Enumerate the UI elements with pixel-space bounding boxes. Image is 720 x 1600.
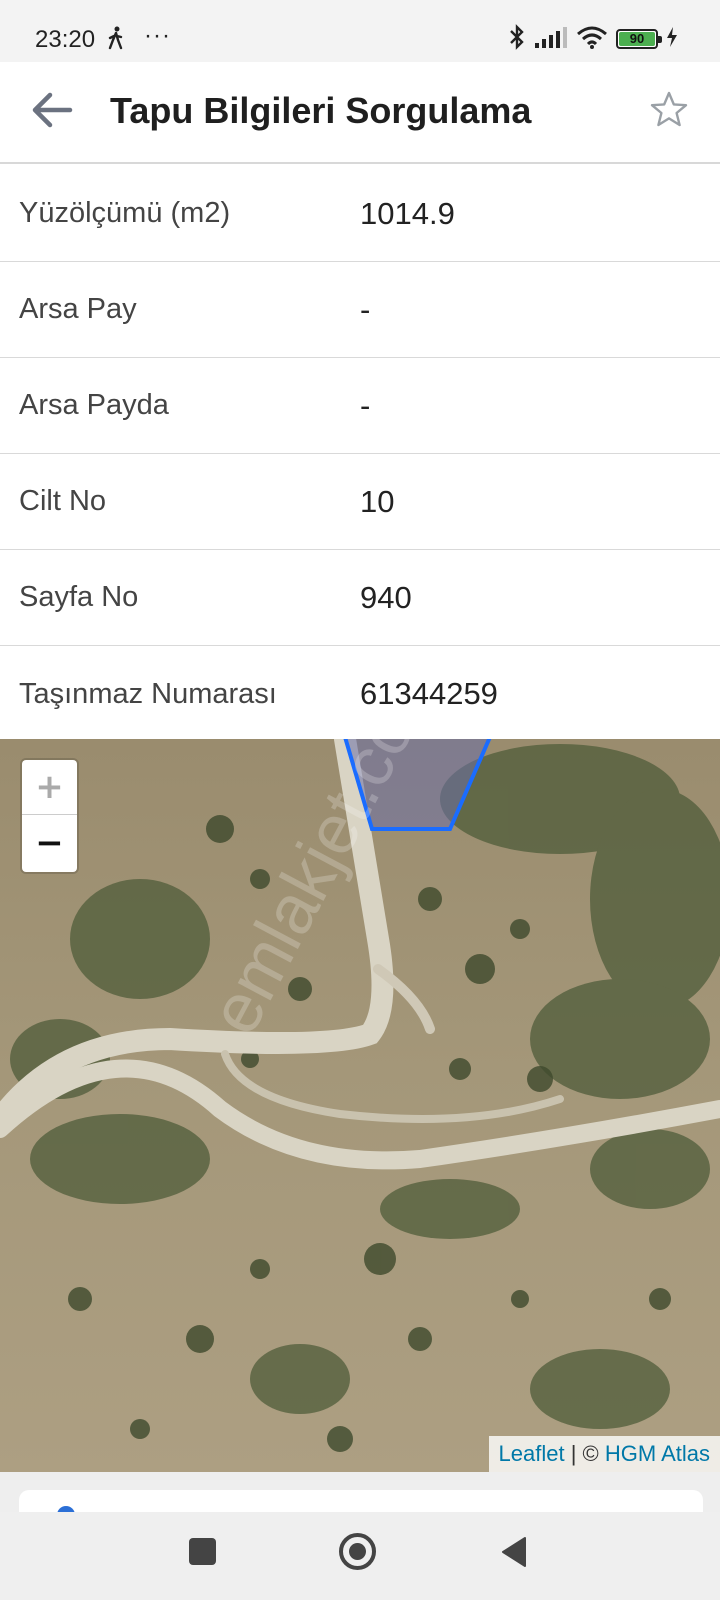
page-title: Tapu Bilgileri Sorgulama bbox=[110, 90, 532, 131]
zoom-out-button[interactable]: − bbox=[22, 815, 77, 870]
charging-icon bbox=[666, 26, 678, 53]
attribution-separator: | © bbox=[564, 1441, 605, 1466]
info-label: Cilt No bbox=[19, 485, 107, 517]
info-value: - bbox=[360, 387, 371, 423]
app-bar: Tapu Bilgileri Sorgulama bbox=[0, 62, 720, 164]
walking-icon bbox=[106, 26, 126, 55]
map-attribution: Leaflet | © HGM Atlas bbox=[488, 1436, 720, 1472]
status-icons: 90 bbox=[508, 23, 678, 56]
info-label: Taşınmaz Numarası bbox=[19, 677, 277, 710]
info-row-volume-no: Cilt No 10 bbox=[0, 454, 720, 550]
recents-button[interactable] bbox=[189, 1538, 216, 1565]
bluetooth-icon bbox=[508, 23, 526, 56]
leaflet-link[interactable]: Leaflet bbox=[499, 1441, 565, 1466]
arrow-left-icon bbox=[30, 92, 74, 133]
info-row-area: Yüzölçümü (m2) 1014.9 bbox=[0, 166, 720, 262]
deed-info-table: Yüzölçümü (m2) 1014.9 Arsa Pay - Arsa Pa… bbox=[0, 166, 720, 742]
info-row-page-no: Sayfa No 940 bbox=[0, 550, 720, 646]
info-label: Yüzölçümü (m2) bbox=[19, 197, 231, 229]
map-imagery: emlakjet.com bbox=[0, 739, 720, 1452]
info-label: Arsa Pay bbox=[19, 293, 137, 325]
signal-icon bbox=[534, 25, 568, 54]
info-value: 61344259 bbox=[360, 676, 498, 711]
info-row-land-share-denominator: Arsa Payda - bbox=[0, 358, 720, 454]
wifi-icon bbox=[576, 25, 608, 54]
info-value: 10 bbox=[360, 483, 395, 519]
system-back-button[interactable] bbox=[500, 1536, 528, 1573]
info-label: Arsa Payda bbox=[19, 389, 169, 421]
battery-icon: 90 bbox=[616, 29, 662, 49]
info-value: 1014.9 bbox=[360, 195, 455, 231]
star-outline-icon bbox=[650, 91, 688, 132]
more-notifications-icon: ··· bbox=[144, 22, 171, 49]
zoom-in-button[interactable]: + bbox=[22, 760, 77, 815]
status-time: 23:20 bbox=[35, 26, 96, 53]
back-button[interactable] bbox=[24, 84, 80, 140]
hgm-atlas-link[interactable]: HGM Atlas bbox=[605, 1441, 710, 1466]
info-value: 940 bbox=[360, 579, 412, 615]
battery-level: 90 bbox=[629, 31, 645, 46]
info-row-land-share: Arsa Pay - bbox=[0, 262, 720, 358]
status-bar: 23:20 ··· 90 bbox=[0, 0, 720, 62]
info-label: Sayfa No bbox=[19, 581, 139, 613]
satellite-map[interactable]: emlakjet.com + − Leaflet | © HGM Atlas bbox=[0, 739, 720, 1472]
info-row-property-number: Taşınmaz Numarası 61344259 bbox=[0, 646, 720, 742]
zoom-control: + − bbox=[22, 760, 77, 872]
favorite-button[interactable] bbox=[644, 86, 694, 136]
home-button[interactable] bbox=[339, 1533, 376, 1570]
triangle-back-icon bbox=[502, 1537, 526, 1567]
system-nav-bar bbox=[0, 1512, 720, 1600]
info-value: - bbox=[360, 291, 371, 327]
